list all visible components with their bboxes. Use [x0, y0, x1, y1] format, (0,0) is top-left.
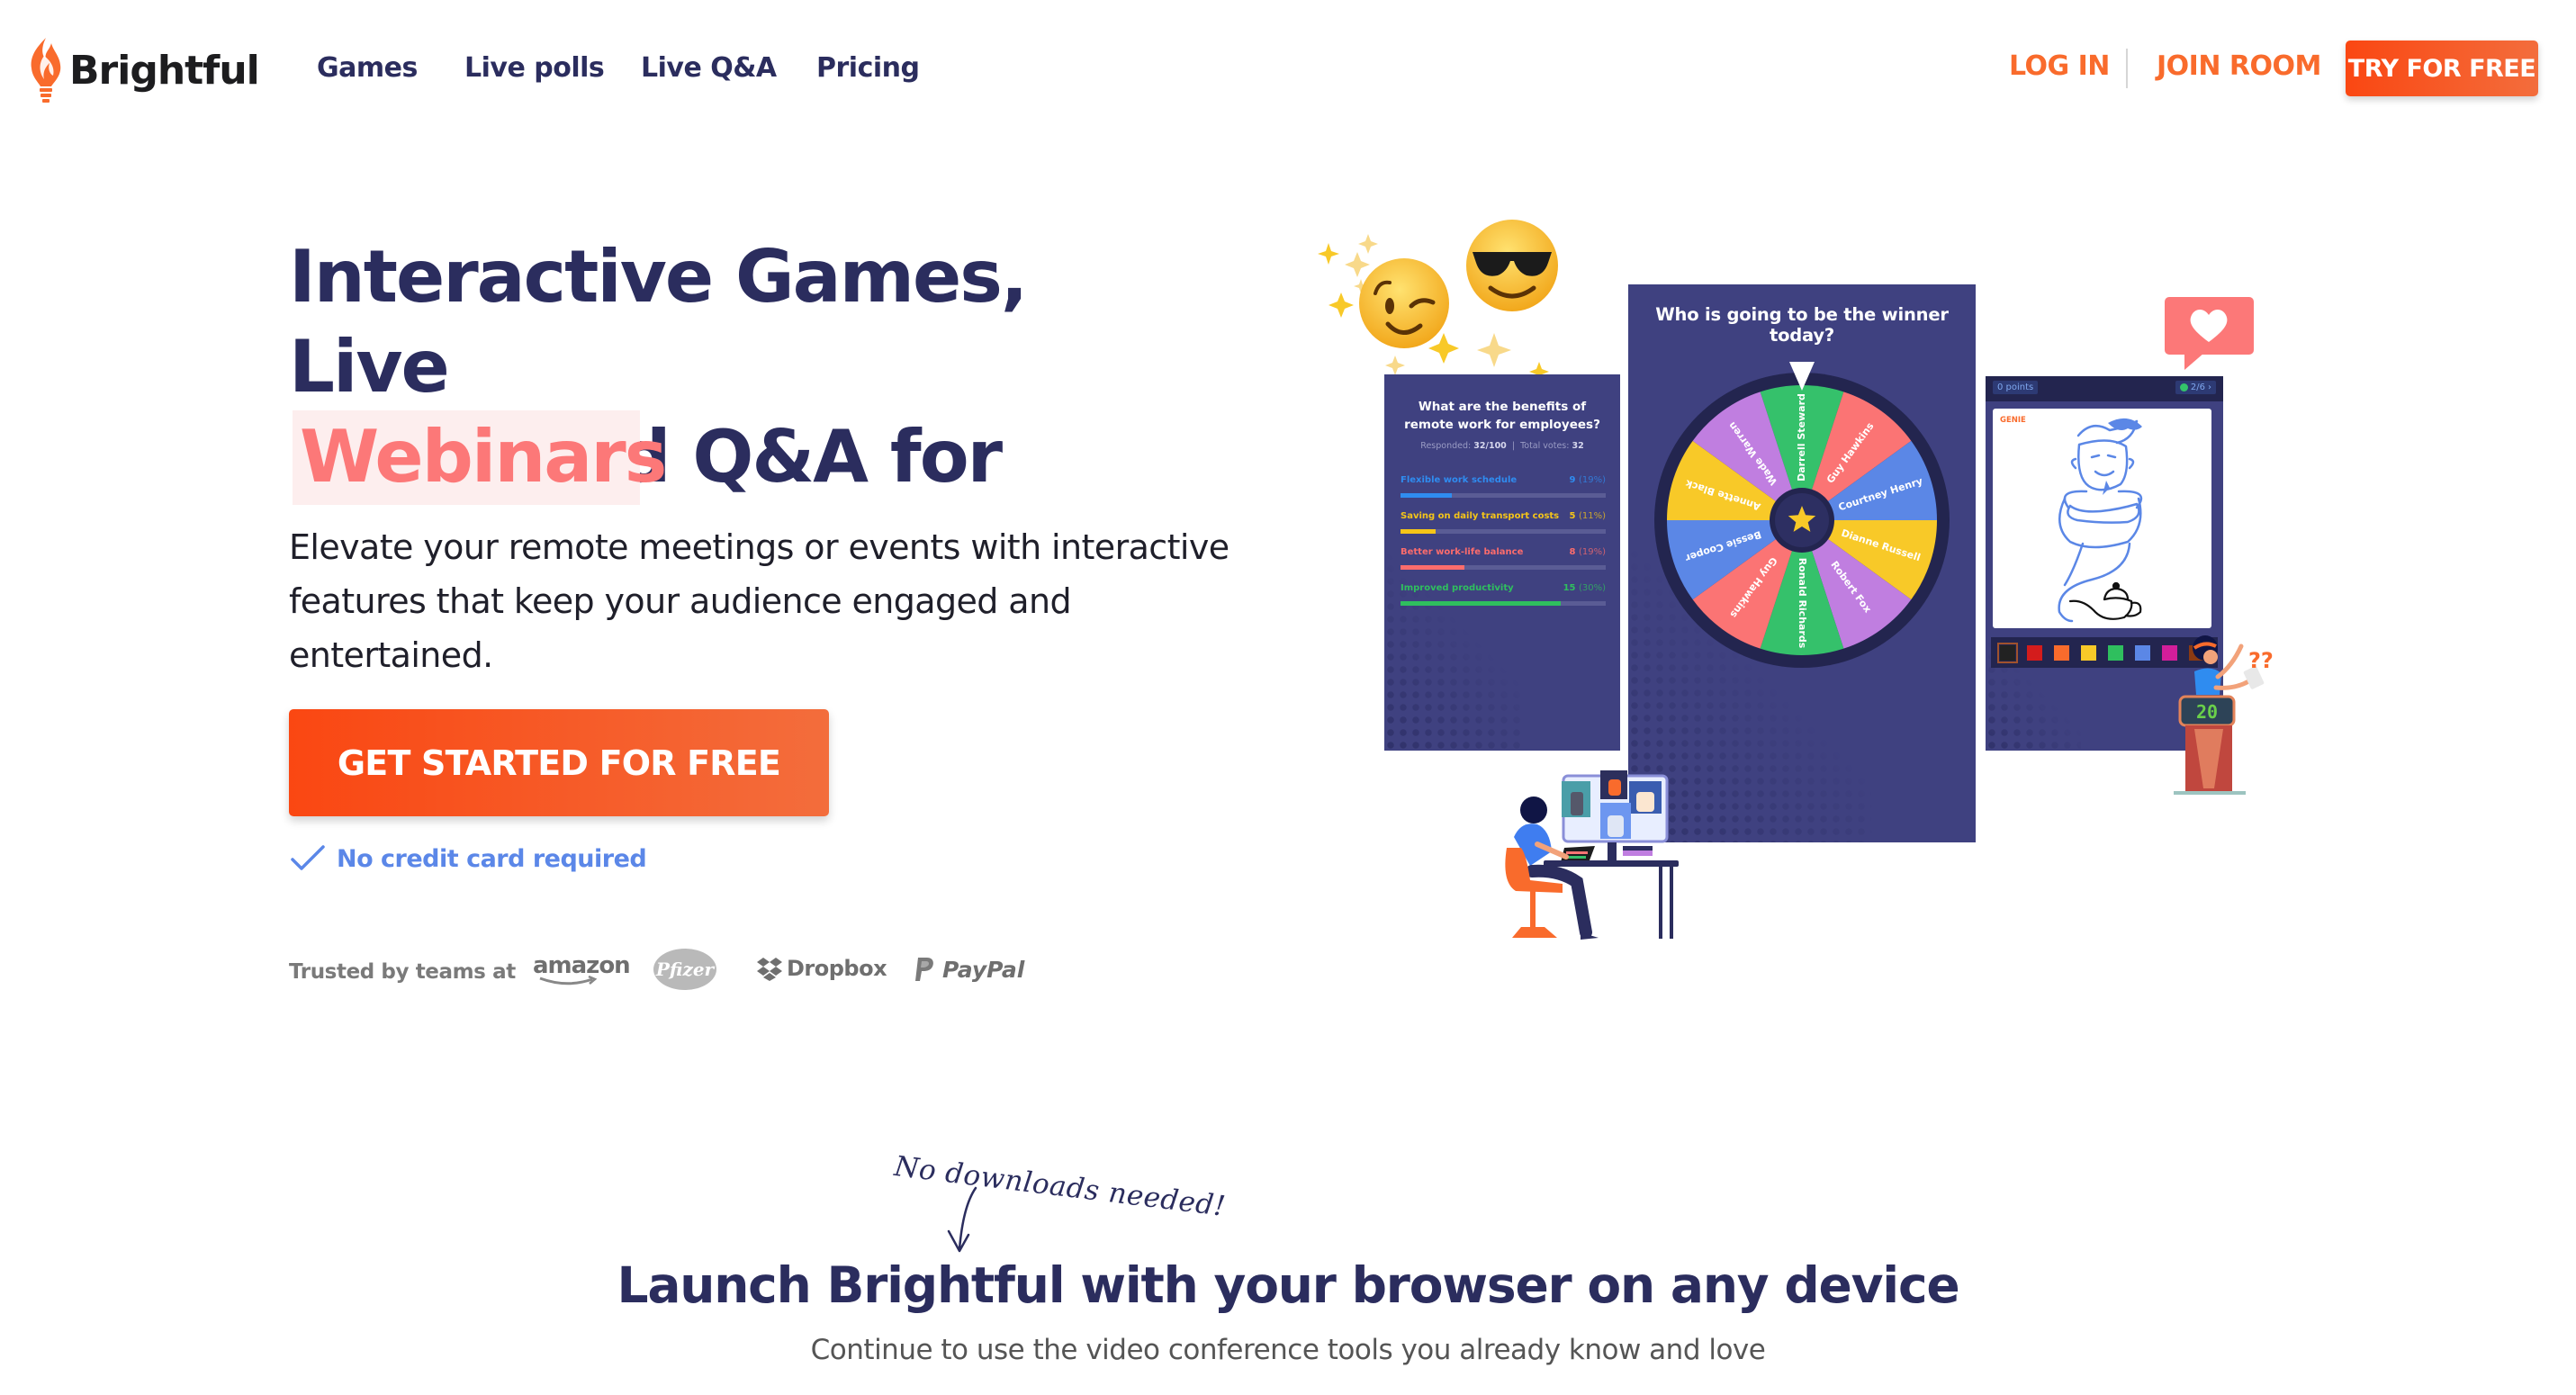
description-line-1: Elevate your remote meetings or events w…: [289, 527, 1229, 567]
color-swatch: [2135, 644, 2150, 661]
header-divider: [2126, 49, 2128, 88]
get-started-button[interactable]: GET STARTED FOR FREE: [289, 709, 829, 816]
total-votes-value: 32: [1572, 441, 1584, 451]
poll-option-bar: [1401, 529, 1436, 534]
pfizer-logo: Pfizer: [653, 949, 716, 990]
dropbox-logo: Dropbox: [756, 956, 887, 981]
poll-option-votes: 9 (19%): [1569, 475, 1606, 485]
poll-option: Saving on daily transport costs 5 (11%): [1401, 511, 1606, 534]
nav-games[interactable]: Games: [317, 52, 418, 84]
poll-option-bar: [1401, 493, 1452, 498]
check-circle-icon: [2179, 383, 2188, 392]
paypal-logo: PayPal: [914, 956, 1024, 983]
spinner-wheel: Darrell Steward Guy HawkinsCourtney Henry…: [1654, 362, 1950, 668]
poll-option-track: [1401, 601, 1606, 606]
color-swatch: [2054, 644, 2069, 661]
poll-option: Improved productivity 15 (30%): [1401, 583, 1606, 606]
poll-option-track: [1401, 565, 1606, 570]
color-swatch: [2081, 644, 2096, 661]
join-room-link[interactable]: JOIN ROOM: [2157, 50, 2321, 82]
poll-question: What are the benefits of remote work for…: [1404, 400, 1600, 432]
color-swatch: [2108, 644, 2123, 661]
dropbox-wordmark: Dropbox: [787, 956, 887, 981]
poll-option-votes: 8 (19%): [1569, 547, 1606, 557]
points-badge: 0 points: [1993, 381, 2039, 394]
poll-stats: Responded: 32/100 | Total votes: 32: [1420, 441, 1584, 451]
paypal-icon: [915, 958, 933, 981]
poll-preview-panel: What are the benefits of remote work for…: [1384, 374, 1620, 751]
pfizer-wordmark: Pfizer: [655, 958, 715, 980]
nav-pricing[interactable]: Pricing: [816, 52, 920, 84]
wheel-segment-label: Ronald Richards: [1797, 558, 1808, 649]
spinner-wheel-panel: Who is going to be the winner today? Dar…: [1628, 284, 1976, 842]
poll-option-bar: [1401, 565, 1464, 570]
hero-description: Elevate your remote meetings or events w…: [289, 520, 1234, 682]
description-line-2: features that keep your audience engaged…: [289, 581, 1072, 621]
heart-reaction-bubble-icon: [2165, 297, 2254, 370]
responded-label: Responded:: [1420, 441, 1472, 451]
no-credit-card-note: No credit card required: [290, 844, 647, 873]
poll-option-track: [1401, 493, 1606, 498]
description-line-3: entertained.: [289, 635, 493, 675]
poll-option: Flexible work schedule 9 (19%): [1401, 475, 1606, 498]
sunglasses-face-emoji-icon: [1466, 220, 1558, 311]
desk-icon: [1544, 860, 1679, 867]
responded-value: 32/100: [1473, 441, 1507, 451]
chevron-right-icon: ›: [2208, 382, 2211, 392]
winking-face-emoji-icon: [1359, 258, 1449, 348]
logo-wordmark: Brightful: [69, 47, 260, 94]
progress-badge: 2/6 ›: [2175, 381, 2216, 394]
podium-score: 20: [2196, 701, 2218, 723]
hand-drawn-arrow-icon: [947, 1186, 977, 1253]
drawing-game-topbar: 0 points 2/6 ›: [1986, 376, 2223, 401]
amazon-logo: amazon: [533, 952, 631, 986]
poll-option-votes: 15 (30%): [1563, 583, 1606, 593]
sparkles-and-emojis: [1318, 220, 1558, 382]
poll-option-votes: 5 (11%): [1569, 511, 1606, 521]
headline-line-1: Interactive Games, Live: [289, 235, 1028, 409]
dropbox-icon: [757, 958, 782, 981]
trusted-by: Trusted by teams at: [289, 954, 516, 990]
person-at-desk-illustration: [1505, 770, 1679, 940]
poll-option-track: [1401, 529, 1606, 534]
login-link[interactable]: LOG IN: [2009, 50, 2110, 82]
wheel-segment-label: Darrell Steward: [1796, 393, 1807, 482]
paypal-wordmark: PayPal: [942, 956, 1025, 983]
no-credit-card-text: No credit card required: [337, 844, 647, 873]
poll-option-bar: [1401, 601, 1561, 606]
trusted-label: Trusted by teams at: [289, 960, 516, 984]
wheel-question: Who is going to be the winner today?: [1655, 304, 1949, 346]
launch-heading: Launch Brightful with your browser on an…: [617, 1256, 1960, 1314]
amazon-wordmark: amazon: [533, 952, 631, 979]
progress-value: 2/6: [2190, 382, 2205, 392]
headline-highlight-word: Webinars: [300, 415, 667, 499]
try-for-free-button[interactable]: TRY FOR FREE: [2346, 40, 2538, 96]
drawing-canvas: GENIE: [1993, 409, 2211, 628]
color-swatch: [1997, 642, 2018, 663]
question-marks-icon: ??: [2248, 648, 2274, 673]
launch-subheading: Continue to use the video conference too…: [810, 1334, 1766, 1366]
poll-option: Better work-life balance 8 (19%): [1401, 547, 1606, 570]
color-swatch: [2027, 644, 2042, 661]
flame-torch-icon: [31, 38, 61, 103]
brightful-logo[interactable]: Brightful: [26, 34, 260, 106]
nav-live-qa[interactable]: Live Q&A: [641, 52, 777, 84]
total-votes-label: Total votes:: [1520, 441, 1570, 451]
contestant-podium-illustration: ?? 20: [2174, 635, 2274, 795]
nav-live-polls[interactable]: Live polls: [464, 52, 605, 84]
checkmark-icon: [291, 845, 325, 870]
genie-drawing-icon: [2058, 418, 2142, 623]
